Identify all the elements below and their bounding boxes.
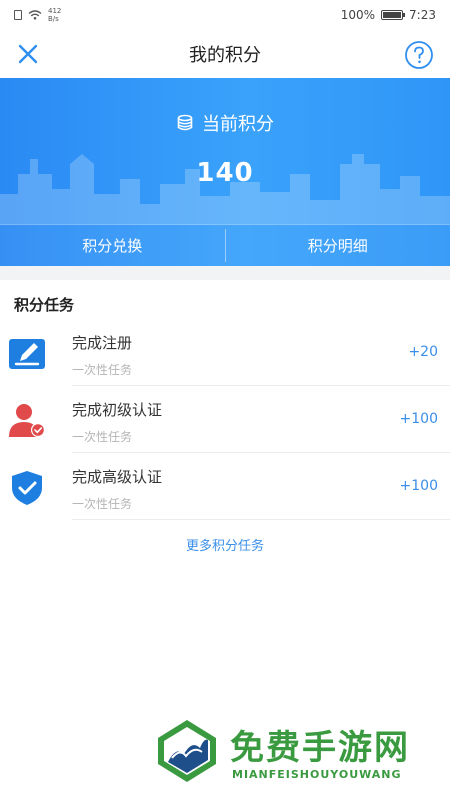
watermark-subtitle: MIANFEISHOUYOUWANG (232, 768, 402, 781)
task-text: 完成注册 一次性任务 (72, 328, 450, 386)
points-actions: 积分兑换 积分明细 (0, 224, 450, 266)
title-bar: 我的积分 (0, 30, 450, 78)
task-subtitle: 一次性任务 (72, 430, 133, 444)
points-label-row: 当前积分 (0, 110, 450, 136)
task-text: 完成初级认证 一次性任务 (72, 395, 450, 453)
battery-percent: 100% (340, 8, 376, 22)
coins-icon (177, 114, 193, 131)
user-verified-icon (9, 404, 45, 437)
task-subtitle: 一次性任务 (72, 363, 133, 377)
points-label: 当前积分 (202, 114, 274, 135)
status-bar: 412 B/s 100% 7:23 (0, 0, 450, 30)
status-right: 100% 7:23 (341, 8, 436, 22)
wifi-icon (28, 10, 42, 20)
task-reward: +20 (408, 344, 438, 360)
clock: 7:23 (409, 8, 436, 22)
network-speed: 412 B/s (48, 7, 61, 23)
page-title: 我的积分 (189, 45, 261, 66)
task-row-register[interactable]: 完成注册 一次性任务 +20 (0, 320, 450, 387)
watermark-title: 免费手游网 (230, 728, 410, 768)
task-list: 完成注册 一次性任务 +20 完成初级认证 一次性任务 +100 完成高级认证 … (0, 320, 450, 521)
task-row-basic-verification[interactable]: 完成初级认证 一次性任务 +100 (0, 387, 450, 454)
points-value: 140 (196, 158, 254, 188)
redeem-points-button[interactable]: 积分兑换 (0, 225, 225, 266)
network-speed-value: 412 (48, 7, 62, 15)
task-name: 完成注册 (72, 334, 133, 352)
shield-check-icon (12, 471, 42, 505)
more-tasks-link[interactable]: 更多积分任务 (0, 535, 450, 554)
task-text: 完成高级认证 一次性任务 (72, 462, 450, 520)
task-name: 完成初级认证 (72, 401, 163, 419)
task-reward: +100 (399, 411, 438, 427)
task-row-advanced-verification[interactable]: 完成高级认证 一次性任务 +100 (0, 454, 450, 521)
edit-icon (9, 339, 45, 369)
points-details-button[interactable]: 积分明细 (226, 225, 450, 266)
site-watermark: 免费手游网 MIANFEISHOUYOUWANG (154, 718, 444, 792)
close-icon[interactable] (16, 42, 40, 66)
status-left: 412 B/s (14, 7, 61, 23)
task-reward: +100 (399, 478, 438, 494)
section-divider (0, 266, 450, 280)
network-speed-unit: B/s (48, 15, 59, 23)
task-subtitle: 一次性任务 (72, 497, 133, 511)
tasks-section-title: 积分任务 (14, 296, 75, 314)
watermark-logo-icon (158, 720, 216, 782)
sim-card-icon (14, 10, 22, 20)
tasks-section: 积分任务 完成注册 一次性任务 +20 完成初级认证 一次性任务 +100 完成… (0, 280, 450, 554)
help-icon[interactable] (404, 40, 434, 70)
points-header: 当前积分 140 积分兑换 积分明细 (0, 78, 450, 266)
task-name: 完成高级认证 (72, 468, 163, 486)
battery-icon (381, 10, 406, 20)
